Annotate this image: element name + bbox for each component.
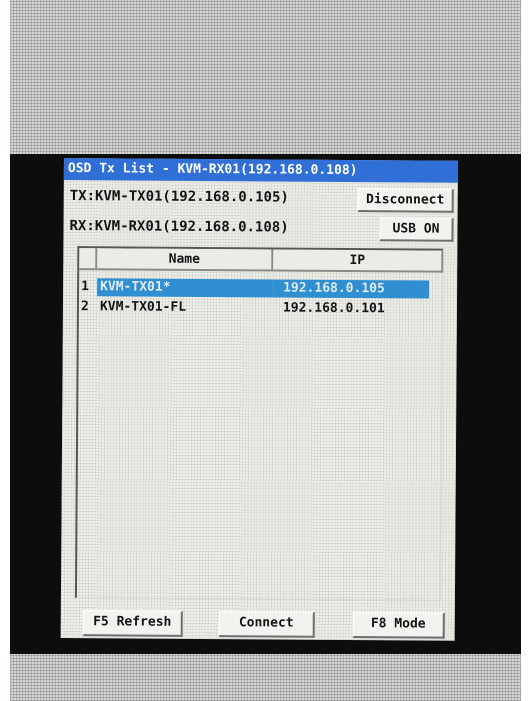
row-index: 1 (81, 279, 89, 295)
tx-row-2[interactable]: 2 KVM-TX01-FL 192.168.0.101 (79, 298, 443, 319)
name-column-header[interactable]: Name (97, 248, 274, 272)
connect-button[interactable]: Connect (218, 611, 315, 638)
tx-name: KVM-TX01* (97, 278, 274, 298)
tx-ip: 192.168.0.105 (273, 279, 430, 299)
tx-row-1[interactable]: 1 KVM-TX01* 192.168.0.105 (79, 278, 443, 299)
rx-status: RX:KVM-RX01(192.168.0.108) (69, 218, 289, 236)
ip-column-header[interactable]: IP (273, 249, 444, 273)
tx-ip: 192.168.0.101 (282, 300, 385, 317)
tx-list: Name IP 1 KVM-TX01* 192.168.0.105 2 KVM-… (74, 246, 444, 601)
tx-status: TX:KVM-TX01(192.168.0.105) (69, 188, 289, 206)
row-index: 2 (80, 299, 89, 315)
mode-button[interactable]: F8 Mode (352, 612, 445, 639)
index-column-header (79, 248, 98, 271)
disconnect-button[interactable]: Disconnect (357, 188, 454, 213)
osd-window: OSD Tx List - KVM-RX01(192.168.0.108) TX… (60, 158, 458, 641)
tx-name: KVM-TX01-FL (99, 299, 187, 315)
osd-bottom-bar: F5 Refresh Connect F8 Mode (61, 608, 455, 641)
refresh-button[interactable]: F5 Refresh (82, 610, 183, 637)
usb-toggle-button[interactable]: USB ON (379, 217, 454, 242)
osd-title-bar: OSD Tx List - KVM-RX01(192.168.0.108) (63, 158, 458, 183)
tx-list-header: Name IP (79, 248, 444, 273)
